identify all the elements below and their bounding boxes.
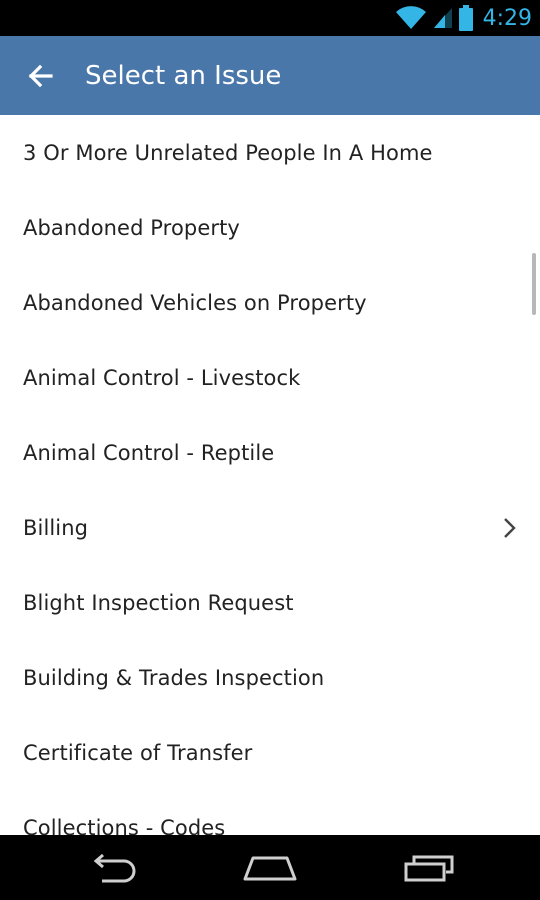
recent-apps-nav-button[interactable]	[380, 835, 480, 900]
list-item-label: Building & Trades Inspection	[23, 665, 325, 690]
list-item[interactable]: Animal Control - Livestock	[0, 340, 540, 415]
list-item-billing[interactable]: Billing	[0, 490, 540, 565]
signal-icon	[433, 8, 452, 28]
status-icons: 4:29	[395, 0, 532, 36]
list-item[interactable]: Collections - Codes	[0, 790, 540, 836]
recent-apps-icon	[404, 855, 454, 881]
list-item[interactable]: Animal Control - Reptile	[0, 415, 540, 490]
home-nav-icon	[243, 856, 297, 880]
chevron-right-icon	[504, 517, 516, 538]
wifi-icon	[395, 6, 426, 30]
list-item-label: Certificate of Transfer	[23, 740, 253, 765]
list-item-label: Animal Control - Reptile	[23, 440, 275, 465]
status-time: 4:29	[482, 5, 532, 31]
list-item-label: Animal Control - Livestock	[23, 365, 301, 390]
list-item-label: 3 Or More Unrelated People In A Home	[23, 140, 433, 165]
list-item-label: Abandoned Property	[23, 215, 240, 240]
status-bar: 4:29	[0, 0, 540, 36]
list-item[interactable]: Building & Trades Inspection	[0, 640, 540, 715]
back-button[interactable]	[0, 36, 80, 115]
list-item-label: Collections - Codes	[23, 815, 226, 836]
nav-bar	[0, 835, 540, 900]
page-title: Select an Issue	[85, 60, 282, 91]
back-nav-button[interactable]	[63, 835, 163, 900]
back-nav-icon	[93, 853, 136, 882]
list-item-label: Abandoned Vehicles on Property	[23, 290, 367, 315]
list-item-label: Billing	[23, 515, 89, 540]
battery-icon	[458, 5, 473, 31]
issue-list[interactable]: 3 Or More Unrelated People In A Home Aba…	[0, 115, 540, 835]
arrow-left-icon	[28, 64, 53, 87]
list-item[interactable]: Abandoned Property	[0, 190, 540, 265]
list-scrollbar[interactable]	[532, 253, 536, 315]
list-item[interactable]: Abandoned Vehicles on Property	[0, 265, 540, 340]
list-item[interactable]: Certificate of Transfer	[0, 715, 540, 790]
list-item[interactable]: 3 Or More Unrelated People In A Home	[0, 115, 540, 190]
app-bar: Select an Issue	[0, 36, 540, 115]
home-nav-button[interactable]	[220, 835, 320, 900]
list-item-label: Blight Inspection Request	[23, 590, 294, 615]
list-item[interactable]: Blight Inspection Request	[0, 565, 540, 640]
